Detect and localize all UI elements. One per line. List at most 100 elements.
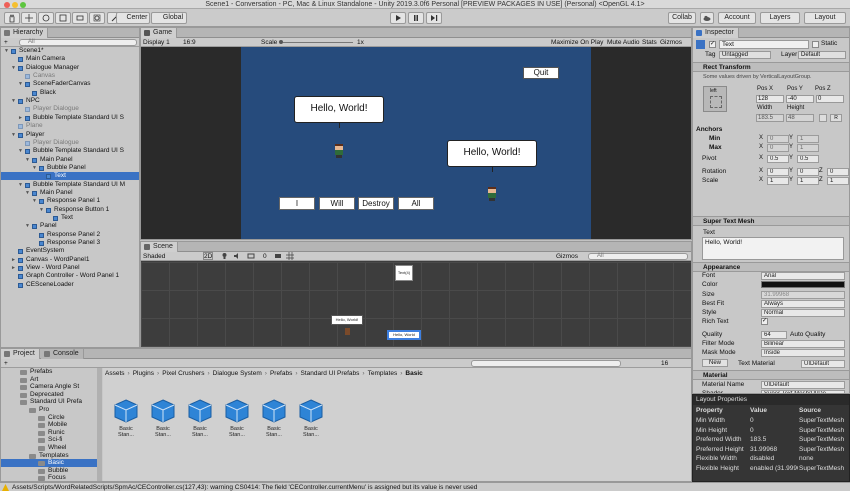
create-button[interactable]: + bbox=[4, 38, 8, 47]
play-button[interactable] bbox=[390, 12, 406, 24]
scale-slider-handle[interactable] bbox=[279, 40, 283, 44]
hand-tool-button[interactable] bbox=[4, 12, 20, 24]
hierarchy-row[interactable]: ► Bubble Template Standard UI S bbox=[1, 114, 139, 122]
expand-toggle-icon[interactable]: ▼ bbox=[4, 47, 10, 55]
hierarchy-row[interactable]: ▼ Dialogue Manager bbox=[1, 64, 139, 72]
hierarchy-row[interactable]: ▼ SceneFaderCanvas bbox=[1, 80, 139, 88]
hierarchy-row[interactable]: ▼ Main Panel bbox=[1, 156, 139, 164]
rect-transform-header[interactable]: Rect Transform bbox=[693, 62, 849, 72]
hierarchy-row[interactable]: CESceneLoader bbox=[1, 281, 139, 289]
tab-scene[interactable]: Scene bbox=[141, 242, 178, 252]
hierarchy-row[interactable]: Plane bbox=[1, 122, 139, 130]
project-tree-scrollbar[interactable] bbox=[97, 368, 102, 481]
status-bar[interactable]: Assets/Scripts/WordRelatedScripts/SpmAc/… bbox=[0, 482, 850, 491]
expand-toggle-icon[interactable]: ▼ bbox=[39, 206, 45, 214]
expand-toggle-icon[interactable]: ▼ bbox=[25, 156, 31, 164]
appearance-value-field[interactable]: 64 bbox=[761, 331, 787, 339]
aspect-dropdown[interactable]: 16:9 bbox=[183, 38, 196, 47]
hierarchy-row[interactable]: Black bbox=[1, 89, 139, 97]
prefab-asset[interactable]: Basic Stan... bbox=[111, 398, 141, 438]
expand-toggle-icon[interactable]: ▼ bbox=[11, 97, 17, 105]
tab-hierarchy[interactable]: Hierarchy bbox=[1, 28, 48, 38]
height-field[interactable]: 48 bbox=[786, 114, 814, 122]
appearance-value-field[interactable]: 31.99968 bbox=[761, 291, 845, 299]
blueprint-mode-button[interactable] bbox=[819, 114, 827, 122]
hierarchy-row[interactable]: Main Camera bbox=[1, 55, 139, 63]
layout-dropdown[interactable]: Layout bbox=[804, 12, 846, 24]
rich-text-checkbox[interactable]: ✓ bbox=[761, 318, 768, 325]
transform-value-field[interactable]: 0.5 bbox=[797, 155, 819, 163]
pause-button[interactable] bbox=[408, 12, 424, 24]
appearance-value-field[interactable]: Arial bbox=[761, 272, 845, 280]
transform-value-field[interactable]: 1 bbox=[797, 177, 819, 185]
raw-edit-button[interactable]: R bbox=[830, 114, 842, 122]
transform-value-field[interactable]: 0 bbox=[767, 168, 789, 176]
game-viewport[interactable]: Quit Hello, World! Hello, World! I Will … bbox=[241, 47, 591, 239]
account-dropdown[interactable]: Account bbox=[718, 12, 756, 24]
expand-toggle-icon[interactable]: ▼ bbox=[32, 197, 38, 205]
response-button-3[interactable]: Destroy bbox=[358, 197, 394, 210]
cloud-button[interactable] bbox=[700, 12, 714, 24]
transform-value-field[interactable]: 0 bbox=[767, 135, 789, 143]
color-swatch[interactable] bbox=[761, 281, 845, 288]
scene-gizmos-dropdown[interactable]: Gizmos bbox=[556, 252, 578, 261]
rotate-tool-button[interactable] bbox=[38, 12, 54, 24]
tab-inspector[interactable]: Inspector bbox=[693, 28, 739, 38]
shading-dropdown[interactable]: Shaded bbox=[143, 252, 165, 261]
hierarchy-row[interactable]: ▼ Main Panel bbox=[1, 189, 139, 197]
prefab-asset[interactable]: Basic Stan... bbox=[222, 398, 252, 438]
width-field[interactable]: 183.5 bbox=[756, 114, 784, 122]
transform-value-field[interactable]: 1 bbox=[797, 135, 819, 143]
transform-value-field[interactable]: 0 bbox=[827, 168, 849, 176]
expand-toggle-icon[interactable]: ► bbox=[11, 264, 17, 272]
hierarchy-row[interactable]: ▼ Player bbox=[1, 131, 139, 139]
appearance-value-field[interactable]: Inside bbox=[761, 349, 845, 357]
hierarchy-row[interactable]: Graph Controller - Word Panel 1 bbox=[1, 272, 139, 280]
space-toggle-button[interactable]: Global bbox=[151, 12, 187, 24]
layout-properties-title[interactable]: Layout Properties bbox=[693, 395, 849, 405]
transform-value-field[interactable]: 1 bbox=[767, 177, 789, 185]
expand-toggle-icon[interactable]: ▼ bbox=[18, 147, 24, 155]
hierarchy-row[interactable]: Text bbox=[1, 172, 139, 181]
response-button-1[interactable]: I bbox=[279, 197, 315, 210]
pivot-toggle-button[interactable]: Center bbox=[116, 12, 150, 24]
hierarchy-row[interactable]: Canvas bbox=[1, 72, 139, 80]
expand-toggle-icon[interactable]: ► bbox=[11, 256, 17, 264]
text-material-field[interactable]: UIDefault bbox=[801, 360, 845, 368]
scene-selected-object[interactable]: Hello, World bbox=[387, 330, 421, 340]
object-name-input[interactable]: Text bbox=[719, 40, 809, 49]
expand-toggle-icon[interactable]: ▼ bbox=[25, 222, 31, 230]
scene-search-input[interactable]: All bbox=[588, 253, 688, 260]
prefab-asset[interactable]: Basic Stan... bbox=[259, 398, 289, 438]
scene-viewport[interactable]: Text(4) Hello, World! Hello, World bbox=[141, 262, 691, 347]
scene-text-gizmo[interactable]: Text(4) bbox=[395, 265, 413, 281]
hierarchy-row[interactable]: ▼ Response Panel 1 bbox=[1, 197, 139, 205]
rect-tool-button[interactable] bbox=[72, 12, 88, 24]
hierarchy-row[interactable]: ▼ Panel bbox=[1, 222, 139, 230]
hierarchy-row[interactable]: Text bbox=[1, 214, 139, 222]
expand-toggle-icon[interactable]: ▼ bbox=[18, 181, 24, 189]
tab-game[interactable]: Game bbox=[141, 28, 178, 38]
2d-mode-toggle[interactable]: 2D bbox=[203, 252, 213, 260]
hierarchy-row[interactable]: ► Canvas - WordPanel1 bbox=[1, 256, 139, 264]
zoom-window-button[interactable] bbox=[20, 2, 26, 8]
transform-value-field[interactable]: 0 bbox=[767, 144, 789, 152]
pos-z-field[interactable]: 0 bbox=[816, 95, 844, 103]
display-dropdown[interactable]: Display 1 bbox=[143, 38, 170, 47]
expand-toggle-icon[interactable]: ▼ bbox=[11, 64, 17, 72]
static-checkbox[interactable] bbox=[812, 41, 819, 48]
hierarchy-row[interactable]: Player Dialogue bbox=[1, 139, 139, 147]
move-tool-button[interactable] bbox=[21, 12, 37, 24]
hierarchy-row[interactable]: Player Dialogue bbox=[1, 105, 139, 113]
prefab-asset[interactable]: Basic Stan... bbox=[148, 398, 178, 438]
minimize-window-button[interactable] bbox=[12, 2, 18, 8]
project-search-input[interactable] bbox=[471, 360, 621, 367]
expand-toggle-icon[interactable]: ▼ bbox=[18, 80, 24, 88]
transform-tool-button[interactable] bbox=[89, 12, 105, 24]
pos-x-field[interactable]: 128 bbox=[756, 95, 784, 103]
appearance-value-field[interactable]: Bilinear bbox=[761, 340, 845, 348]
expand-toggle-icon[interactable]: ▼ bbox=[25, 189, 31, 197]
hierarchy-row[interactable]: Response Panel 2 bbox=[1, 231, 139, 239]
transform-value-field[interactable]: 0.5 bbox=[767, 155, 789, 163]
hierarchy-row[interactable]: ► View - Word Panel bbox=[1, 264, 139, 272]
